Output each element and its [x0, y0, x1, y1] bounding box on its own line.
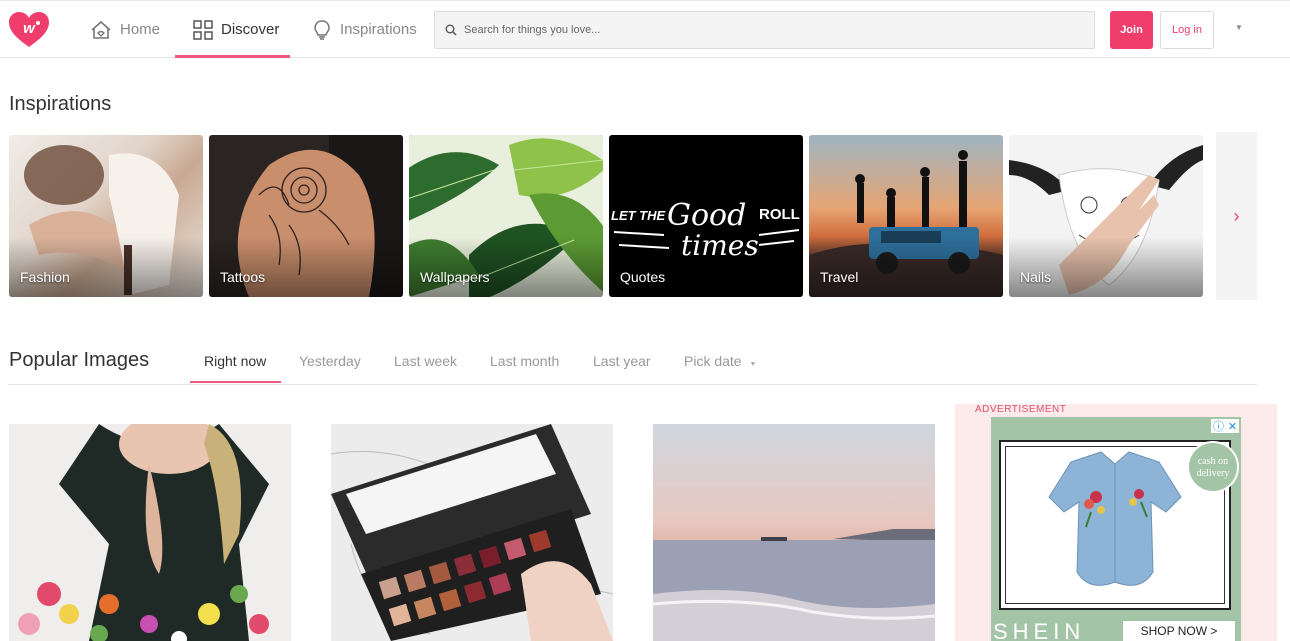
tab-pick-date-label: Pick date	[684, 353, 742, 369]
ad-close-controls[interactable]: ⓘ ✕	[1211, 419, 1239, 433]
lightbulb-icon	[314, 19, 330, 40]
svg-text:LET THE: LET THE	[611, 208, 665, 223]
popular-image[interactable]	[653, 424, 935, 641]
info-icon[interactable]: ⓘ	[1213, 418, 1224, 434]
inspiration-card-travel[interactable]: Travel	[809, 135, 1003, 297]
top-navigation-bar: w Home Discover Inspirations Join	[0, 0, 1290, 58]
inspiration-card-tattoos[interactable]: Tattoos	[209, 135, 403, 297]
search-icon	[445, 24, 457, 36]
inspiration-card-wallpapers[interactable]: Wallpapers	[409, 135, 603, 297]
inspiration-label: Fashion	[20, 269, 70, 285]
tab-pick-date[interactable]: Pick date ▼	[684, 353, 756, 369]
inspiration-card-quotes[interactable]: LET THE Good ROLL times Quotes	[609, 135, 803, 297]
inspiration-card-nails[interactable]: Nails	[1009, 135, 1203, 297]
ad-shop-now-button[interactable]: SHOP NOW >	[1123, 621, 1235, 641]
ad-creative[interactable]: cash on delivery ⓘ ✕ SHEIN SHOP NOW >	[991, 417, 1241, 641]
nav-home-label: Home	[120, 21, 161, 38]
chevron-down-icon: ▼	[749, 361, 757, 368]
nav-inspirations-label: Inspirations	[340, 21, 417, 38]
nav-active-indicator	[175, 55, 290, 58]
svg-text:w: w	[23, 20, 36, 37]
ad-brand-name: SHEIN	[993, 619, 1086, 641]
popular-image[interactable]	[331, 424, 613, 641]
popular-images-heading: Popular Images	[9, 349, 150, 371]
card-shade	[209, 237, 403, 297]
tabs-divider	[8, 384, 1257, 385]
svg-text:Good: Good	[667, 198, 746, 233]
popular-image-beach-sunset	[653, 424, 935, 641]
carousel-next-button[interactable]: ›	[1216, 132, 1257, 300]
login-button[interactable]: Log in	[1160, 11, 1214, 49]
nav-discover[interactable]: Discover	[193, 1, 279, 58]
tab-last-year[interactable]: Last year	[593, 353, 651, 369]
chevron-down-icon[interactable]: ▼	[1235, 23, 1243, 32]
search-input[interactable]	[464, 24, 1064, 36]
inspirations-heading: Inspirations	[9, 93, 112, 115]
popular-image[interactable]	[9, 424, 291, 641]
card-shade	[809, 237, 1003, 297]
inspiration-label: Nails	[1020, 269, 1052, 285]
inspiration-label: Wallpapers	[420, 269, 490, 285]
home-icon	[91, 20, 111, 39]
nav-inspirations[interactable]: Inspirations	[312, 1, 417, 58]
card-shade	[9, 237, 203, 297]
inspiration-label: Travel	[820, 269, 859, 285]
inspiration-card-fashion[interactable]: Fashion	[9, 135, 203, 297]
advertisement-label: ADVERTISEMENT	[975, 404, 1067, 415]
nav-discover-label: Discover	[221, 21, 280, 38]
tab-active-indicator	[190, 381, 281, 383]
join-button[interactable]: Join	[1110, 11, 1153, 49]
close-icon[interactable]: ✕	[1228, 420, 1237, 433]
tab-last-month[interactable]: Last month	[490, 353, 559, 369]
card-shade	[1009, 237, 1203, 297]
svg-text:ROLL: ROLL	[759, 206, 800, 223]
tab-last-week[interactable]: Last week	[394, 353, 457, 369]
weheartit-logo[interactable]: w	[8, 11, 50, 49]
inspiration-label: Tattoos	[220, 269, 266, 285]
chevron-right-icon: ›	[1233, 205, 1240, 226]
svg-text:times: times	[681, 229, 759, 262]
inspiration-label: Quotes	[620, 269, 666, 285]
cash-on-delivery-badge: cash on delivery	[1187, 441, 1239, 493]
popular-image-eyeshadow-palette	[331, 424, 613, 641]
tab-right-now[interactable]: Right now	[204, 353, 266, 369]
search-bar[interactable]	[434, 11, 1095, 49]
card-shade	[409, 237, 603, 297]
grid-icon	[193, 19, 213, 40]
popular-image-woman-flowers	[9, 424, 291, 641]
advertisement-panel: ADVERTISEMENT cash on delivery ⓘ ✕ SHEIN…	[955, 404, 1277, 641]
nav-home[interactable]: Home	[90, 1, 160, 58]
tab-yesterday[interactable]: Yesterday	[299, 353, 361, 369]
